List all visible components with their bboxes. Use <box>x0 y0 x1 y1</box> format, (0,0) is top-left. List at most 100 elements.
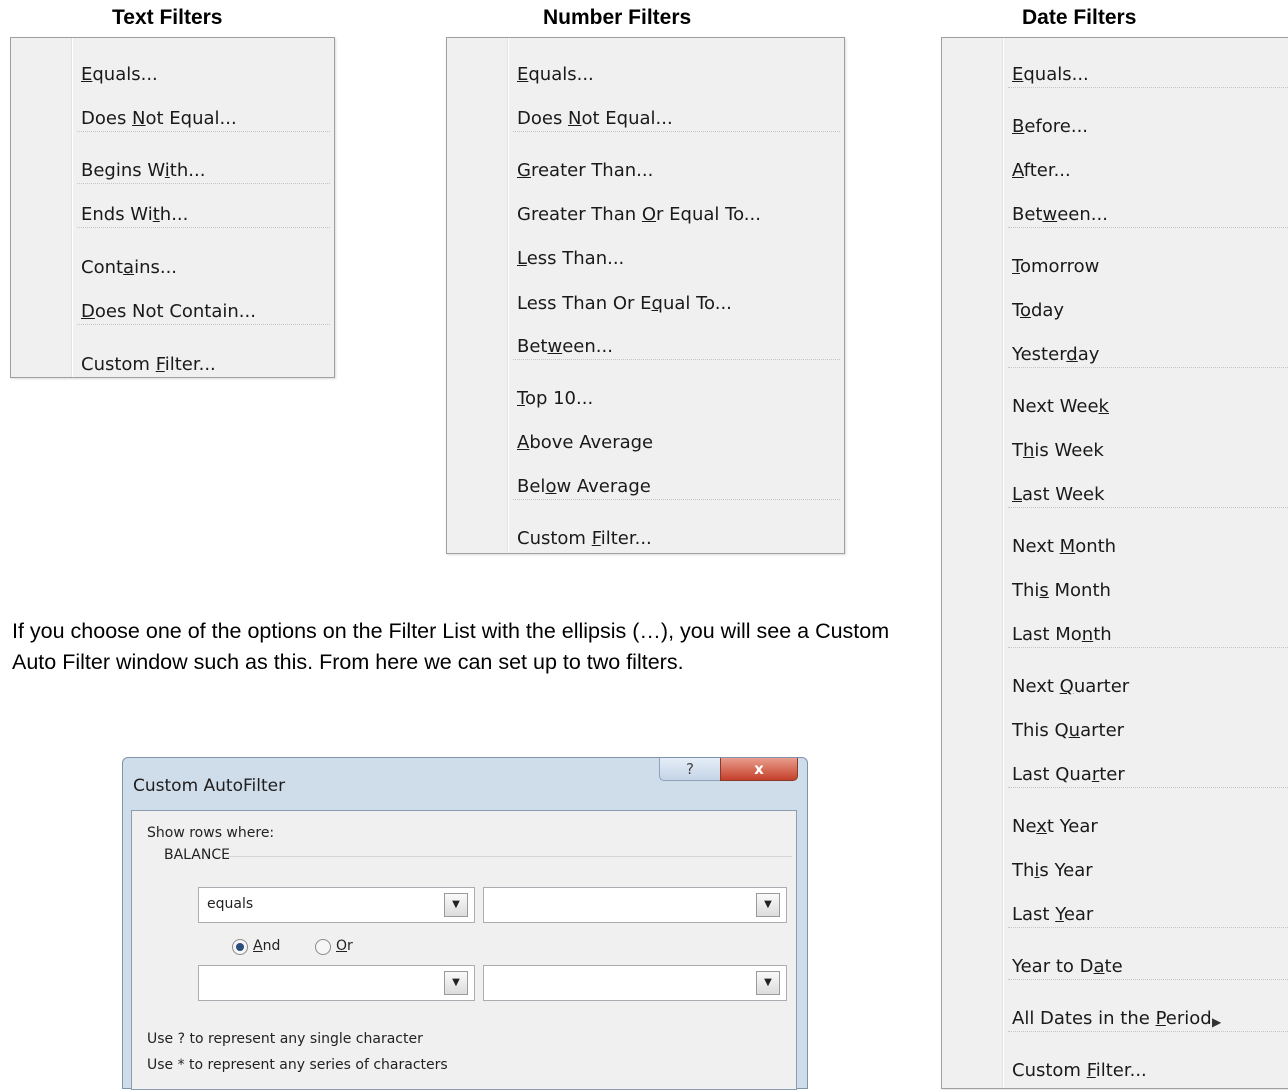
operator2-select[interactable]: ▼ <box>198 965 475 1001</box>
text-filter-item[interactable]: Contains... <box>11 257 334 281</box>
hint-series-characters: Use * to represent any series of charact… <box>147 1057 448 1073</box>
operator1-value: equals <box>207 896 254 912</box>
value2-select[interactable]: ▼ <box>483 965 787 1001</box>
operator1-select[interactable]: equals ▼ <box>198 887 475 923</box>
text-filter-item[interactable]: Equals... <box>11 64 334 88</box>
close-button[interactable]: x <box>720 758 798 781</box>
number-filter-item[interactable]: Between... <box>447 336 844 360</box>
dialog-body: Show rows where: BALANCE equals ▼ ▼ And … <box>131 810 797 1090</box>
menu-item-label: Greater Than... <box>517 160 654 181</box>
menu-item-label: This Quarter <box>1012 720 1125 741</box>
menu-item-label: Year to Date <box>1012 956 1123 977</box>
menu-item-label: This Month <box>1012 580 1111 601</box>
date-filter-item[interactable]: Last Week <box>942 484 1288 508</box>
number-filter-item[interactable]: Above Average <box>447 432 844 456</box>
menu-item-label: Next Year <box>1012 816 1098 837</box>
number-filter-item[interactable]: Less Than Or Equal To... <box>447 293 844 317</box>
number-filter-item[interactable]: Less Than... <box>447 248 844 272</box>
help-icon: ? <box>686 760 694 778</box>
number-filter-item[interactable]: Top 10... <box>447 388 844 412</box>
menu-item-label: All Dates in the Period <box>1012 1008 1212 1029</box>
date-filter-item[interactable]: Next Year <box>942 816 1288 840</box>
date-filter-item[interactable]: Equals... <box>942 64 1288 88</box>
number-filter-item[interactable]: Equals... <box>447 64 844 88</box>
field-name-label: BALANCE <box>164 847 230 863</box>
menu-item-label: Today <box>1012 300 1065 321</box>
date-filter-item[interactable]: Before... <box>942 116 1288 140</box>
date-filter-item[interactable]: Today <box>942 300 1288 324</box>
date-filter-item[interactable]: Between... <box>942 204 1288 228</box>
or-radio[interactable] <box>315 939 331 955</box>
menu-item-label: Between... <box>1012 204 1108 225</box>
dialog-title: Custom AutoFilter <box>133 776 286 796</box>
menu-item-label: Last Week <box>1012 484 1105 505</box>
menu-item-label: Between... <box>517 336 613 357</box>
text-filter-item[interactable]: Does Not Contain... <box>11 301 334 325</box>
text-filter-item[interactable]: Custom Filter... <box>11 354 334 377</box>
date-filter-item[interactable]: This Quarter <box>942 720 1288 744</box>
or-label[interactable]: Or <box>336 938 353 954</box>
menu-item-label: Custom Filter... <box>517 528 652 549</box>
text-filter-item[interactable]: Does Not Equal... <box>11 108 334 132</box>
menu-item-label: Above Average <box>517 432 654 453</box>
date-filter-item[interactable]: Last Month <box>942 624 1288 648</box>
explanation-paragraph: If you choose one of the options on the … <box>12 619 890 674</box>
menu-item-label: Next Quarter <box>1012 676 1130 697</box>
and-radio[interactable] <box>232 939 248 955</box>
number-filters-menu: Equals... Does Not Equal... Greater Than..… <box>446 37 845 554</box>
menu-item-label: Before... <box>1012 116 1089 137</box>
menu-item-label: Last Quarter <box>1012 764 1125 785</box>
date-filters-menu: Equals... Before... After... Between... Tomo… <box>941 37 1288 1089</box>
date-filter-item[interactable]: Tomorrow <box>942 256 1288 280</box>
menu-item-label: Equals... <box>81 64 158 85</box>
date-filter-item[interactable]: This Year <box>942 860 1288 884</box>
menu-item-label: Below Average <box>517 476 651 497</box>
close-icon: x <box>754 760 764 778</box>
date-filter-item[interactable]: Next Quarter <box>942 676 1288 700</box>
menu-item-label: Ends With... <box>81 204 189 225</box>
chevron-down-icon[interactable]: ▼ <box>444 893 468 917</box>
menu-item-label: Equals... <box>517 64 594 85</box>
menu-item-label: Does Not Equal... <box>81 108 237 129</box>
menu-item-label: Begins With... <box>81 160 206 181</box>
date-filter-item[interactable]: Custom Filter... <box>942 1060 1288 1084</box>
chevron-down-icon[interactable]: ▼ <box>756 971 780 995</box>
menu-item-label: After... <box>1012 160 1071 181</box>
number-filter-item[interactable]: Custom Filter... <box>447 528 844 552</box>
menu-item-label: Less Than... <box>517 248 625 269</box>
value1-select[interactable]: ▼ <box>483 887 787 923</box>
menu-item-label: Last Month <box>1012 624 1112 645</box>
date-filter-item[interactable]: This Month <box>942 580 1288 604</box>
menu-item-label: Does Not Equal... <box>517 108 673 129</box>
menu-item-label: This Year <box>1012 860 1093 881</box>
hint-single-character: Use ? to represent any single character <box>147 1031 423 1047</box>
date-filter-item[interactable]: Year to Date <box>942 956 1288 980</box>
show-rows-label: Show rows where: <box>147 825 275 841</box>
date-filter-item[interactable]: Yesterday <box>942 344 1288 368</box>
number-filter-item[interactable]: Does Not Equal... <box>447 108 844 132</box>
help-button[interactable]: ? <box>659 758 721 781</box>
chevron-down-icon[interactable]: ▼ <box>756 893 780 917</box>
date-filter-item[interactable]: Next Week <box>942 396 1288 420</box>
number-filter-item[interactable]: Greater Than... <box>447 160 844 184</box>
custom-autofilter-dialog: Custom AutoFilter ? x Show rows where: B… <box>122 757 808 1090</box>
date-filter-item[interactable]: Last Quarter <box>942 764 1288 788</box>
menu-item-label: Greater Than Or Equal To... <box>517 204 761 225</box>
submenu-arrow-icon: ▶ <box>1212 1015 1222 1029</box>
date-filter-item[interactable]: After... <box>942 160 1288 184</box>
number-filter-item[interactable]: Below Average <box>447 476 844 500</box>
date-filter-item[interactable]: This Week <box>942 440 1288 464</box>
date-filter-item[interactable]: Last Year <box>942 904 1288 928</box>
date-filter-item[interactable]: Next Month <box>942 536 1288 560</box>
number-filter-item[interactable]: Greater Than Or Equal To... <box>447 204 844 228</box>
menu-item-label: Last Year <box>1012 904 1094 925</box>
field-separator <box>228 856 792 857</box>
date-filter-item[interactable]: All Dates in the Period ▶ <box>942 1008 1288 1032</box>
text-filter-item[interactable]: Begins With... <box>11 160 334 184</box>
and-label[interactable]: And <box>253 938 280 954</box>
chevron-down-icon[interactable]: ▼ <box>444 971 468 995</box>
text-filter-item[interactable]: Ends With... <box>11 204 334 228</box>
menu-item-label: Yesterday <box>1012 344 1100 365</box>
text-filters-menu: Equals... Does Not Equal... Begins With...… <box>10 37 335 378</box>
menu-item-label: Does Not Contain... <box>81 301 256 322</box>
